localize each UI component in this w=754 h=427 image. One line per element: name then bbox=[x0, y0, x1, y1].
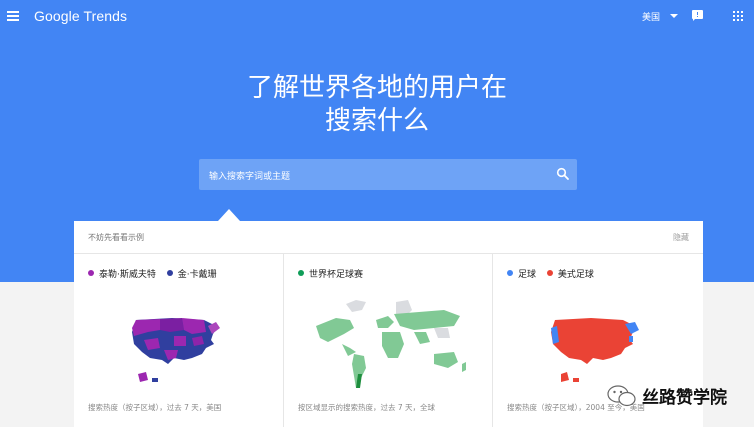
logo[interactable]: Google Trends bbox=[34, 8, 127, 24]
watermark: 丝路赞学院 bbox=[602, 381, 752, 409]
card-legend: 世界杯足球赛 bbox=[298, 267, 371, 280]
legend-label: 美式足球 bbox=[557, 270, 594, 280]
us-map-region bbox=[573, 378, 579, 382]
world-map-green bbox=[316, 300, 466, 388]
legend-label: 足球 bbox=[518, 270, 537, 280]
wechat-logo-icon bbox=[607, 385, 636, 407]
card-caption: 按区域显示的搜索热度，过去 7 天，全球 bbox=[298, 403, 436, 412]
feedback-icon[interactable] bbox=[692, 10, 703, 21]
us-map-region bbox=[160, 318, 184, 332]
us-map-purple bbox=[132, 318, 220, 382]
legend-item-2: 美式足球 bbox=[546, 270, 594, 280]
hero-title-line1: 了解世界各地的用户在 bbox=[246, 73, 507, 103]
legend-dot bbox=[166, 270, 173, 276]
legend-item-1: 泰勒·斯威夫特 bbox=[88, 270, 156, 280]
search-input[interactable]: 输入搜索字词或主题 bbox=[199, 159, 577, 190]
example-card-2[interactable]: 世界杯足球赛 按区域显示的搜索热度，过去 7 天，全球 bbox=[283, 254, 492, 427]
us-map-region bbox=[629, 336, 633, 342]
world-map-region bbox=[462, 362, 466, 372]
world-map-region bbox=[316, 318, 354, 342]
legend-dot bbox=[88, 270, 94, 276]
caret-down-icon[interactable] bbox=[670, 14, 678, 18]
hero-title-line2: 搜索什么 bbox=[324, 106, 429, 136]
panel-pointer bbox=[218, 209, 240, 221]
world-map-region bbox=[342, 344, 356, 356]
world-map-region bbox=[414, 332, 430, 344]
world-map-region bbox=[376, 316, 394, 328]
legend-item-1: 足球 bbox=[507, 270, 536, 280]
legend-dot bbox=[507, 270, 513, 276]
legend-item-1: 世界杯足球赛 bbox=[298, 270, 363, 280]
us-map-region bbox=[138, 372, 148, 382]
us-map-red-blue bbox=[551, 318, 639, 382]
world-map-region bbox=[382, 332, 404, 358]
world-map-region bbox=[434, 352, 458, 368]
examples-title: 不妨先看看示例 bbox=[88, 233, 144, 242]
example-card-1[interactable]: 泰勒·斯威夫特 金·卡戴珊 搜索热度（按子区域），过去 7 天，美国 bbox=[74, 254, 282, 427]
legend-item-2: 金·卡戴珊 bbox=[166, 270, 217, 280]
legend-label: 泰勒·斯威夫特 bbox=[99, 270, 156, 280]
menu-icon[interactable] bbox=[7, 11, 19, 21]
world-map-region bbox=[346, 300, 366, 312]
examples-header: 不妨先看看示例 隐藏 bbox=[74, 221, 703, 254]
us-map-region bbox=[174, 336, 186, 346]
us-map-region bbox=[561, 372, 569, 382]
hero-title: 了解世界各地的用户在 搜索什么 bbox=[0, 72, 754, 138]
card-legend: 足球 美式足球 bbox=[507, 267, 602, 280]
search-placeholder: 输入搜索字词或主题 bbox=[209, 172, 291, 182]
watermark-text: 丝路赞学院 bbox=[642, 388, 727, 408]
us-map-base bbox=[551, 318, 636, 364]
world-map-region bbox=[434, 328, 450, 338]
card-legend: 泰勒·斯威夫特 金·卡戴珊 bbox=[88, 267, 225, 280]
region-selector[interactable]: 美国 bbox=[642, 10, 660, 23]
hide-button[interactable]: 隐藏 bbox=[673, 232, 689, 243]
apps-grid-icon[interactable] bbox=[733, 11, 744, 22]
legend-dot bbox=[546, 270, 553, 276]
legend-label: 世界杯足球赛 bbox=[309, 270, 364, 280]
top-bar: Google Trends 美国 bbox=[0, 0, 754, 34]
legend-label: 金·卡戴珊 bbox=[177, 270, 217, 280]
us-map-region bbox=[152, 378, 158, 382]
legend-dot bbox=[298, 270, 304, 276]
card-caption: 搜索热度（按子区域），过去 7 天，美国 bbox=[88, 403, 222, 412]
search-icon[interactable] bbox=[556, 167, 570, 181]
